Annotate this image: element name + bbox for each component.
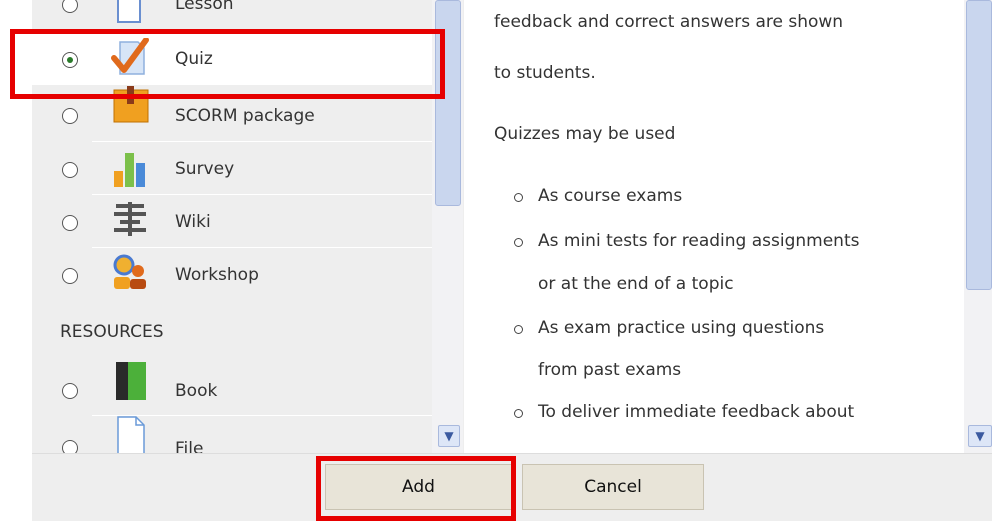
book-icon <box>116 362 146 400</box>
resources-heading: RESOURCES <box>60 322 164 342</box>
bullet-icon <box>514 238 523 247</box>
list-item-continuation: from past exams <box>538 360 682 380</box>
list-item: As course exams <box>514 186 682 206</box>
bullet-icon <box>514 193 523 202</box>
list-item: As mini tests for reading assignments <box>514 231 859 251</box>
file-label: File <box>175 439 204 453</box>
description-scrollbar-thumb[interactable] <box>966 0 992 290</box>
option-wiki[interactable]: Wiki <box>32 196 432 248</box>
option-lesson[interactable]: Lesson <box>32 0 432 32</box>
option-book[interactable]: Book <box>32 362 432 416</box>
lesson-label: Lesson <box>175 0 234 14</box>
cancel-button[interactable]: Cancel <box>522 464 704 510</box>
file-radio[interactable] <box>62 440 78 453</box>
workshop-radio[interactable] <box>62 268 78 284</box>
book-label: Book <box>175 381 218 401</box>
list-scroll-down-button[interactable]: ▼ <box>438 425 460 447</box>
scorm-package-radio[interactable] <box>62 108 78 124</box>
list-item: As exam practice using questions <box>514 318 824 338</box>
description-intro: Quizzes may be used <box>494 124 676 144</box>
description-text: feedback and correct answers are shown <box>494 12 844 32</box>
description-text: to students. <box>494 63 596 83</box>
wiki-icon <box>114 202 146 236</box>
quiz-highlight-box <box>10 29 445 99</box>
description-scroll-down-button[interactable]: ▼ <box>968 425 992 447</box>
lesson-icon <box>117 0 141 23</box>
survey-label: Survey <box>175 159 235 179</box>
chevron-down-icon: ▼ <box>444 429 454 443</box>
survey-icon <box>114 153 145 187</box>
option-file[interactable]: File <box>32 416 432 453</box>
workshop-label: Workshop <box>175 265 259 285</box>
option-survey[interactable]: Survey <box>32 143 432 195</box>
chevron-down-icon: ▼ <box>975 429 985 443</box>
module-description: feedback and correct answers are shown t… <box>494 0 934 453</box>
add-highlight-box <box>316 456 516 521</box>
survey-radio[interactable] <box>62 162 78 178</box>
bullet-icon <box>514 409 523 418</box>
bullet-icon <box>514 325 523 334</box>
file-icon <box>117 416 145 453</box>
wiki-radio[interactable] <box>62 215 78 231</box>
list-item: To deliver immediate feedback about <box>514 402 854 422</box>
option-workshop[interactable]: Workshop <box>32 249 432 301</box>
list-item-continuation: or at the end of a topic <box>538 274 734 294</box>
lesson-radio[interactable] <box>62 0 78 13</box>
scorm-package-label: SCORM package <box>175 106 315 126</box>
book-radio[interactable] <box>62 383 78 399</box>
workshop-icon <box>113 254 146 289</box>
wiki-label: Wiki <box>175 212 211 232</box>
